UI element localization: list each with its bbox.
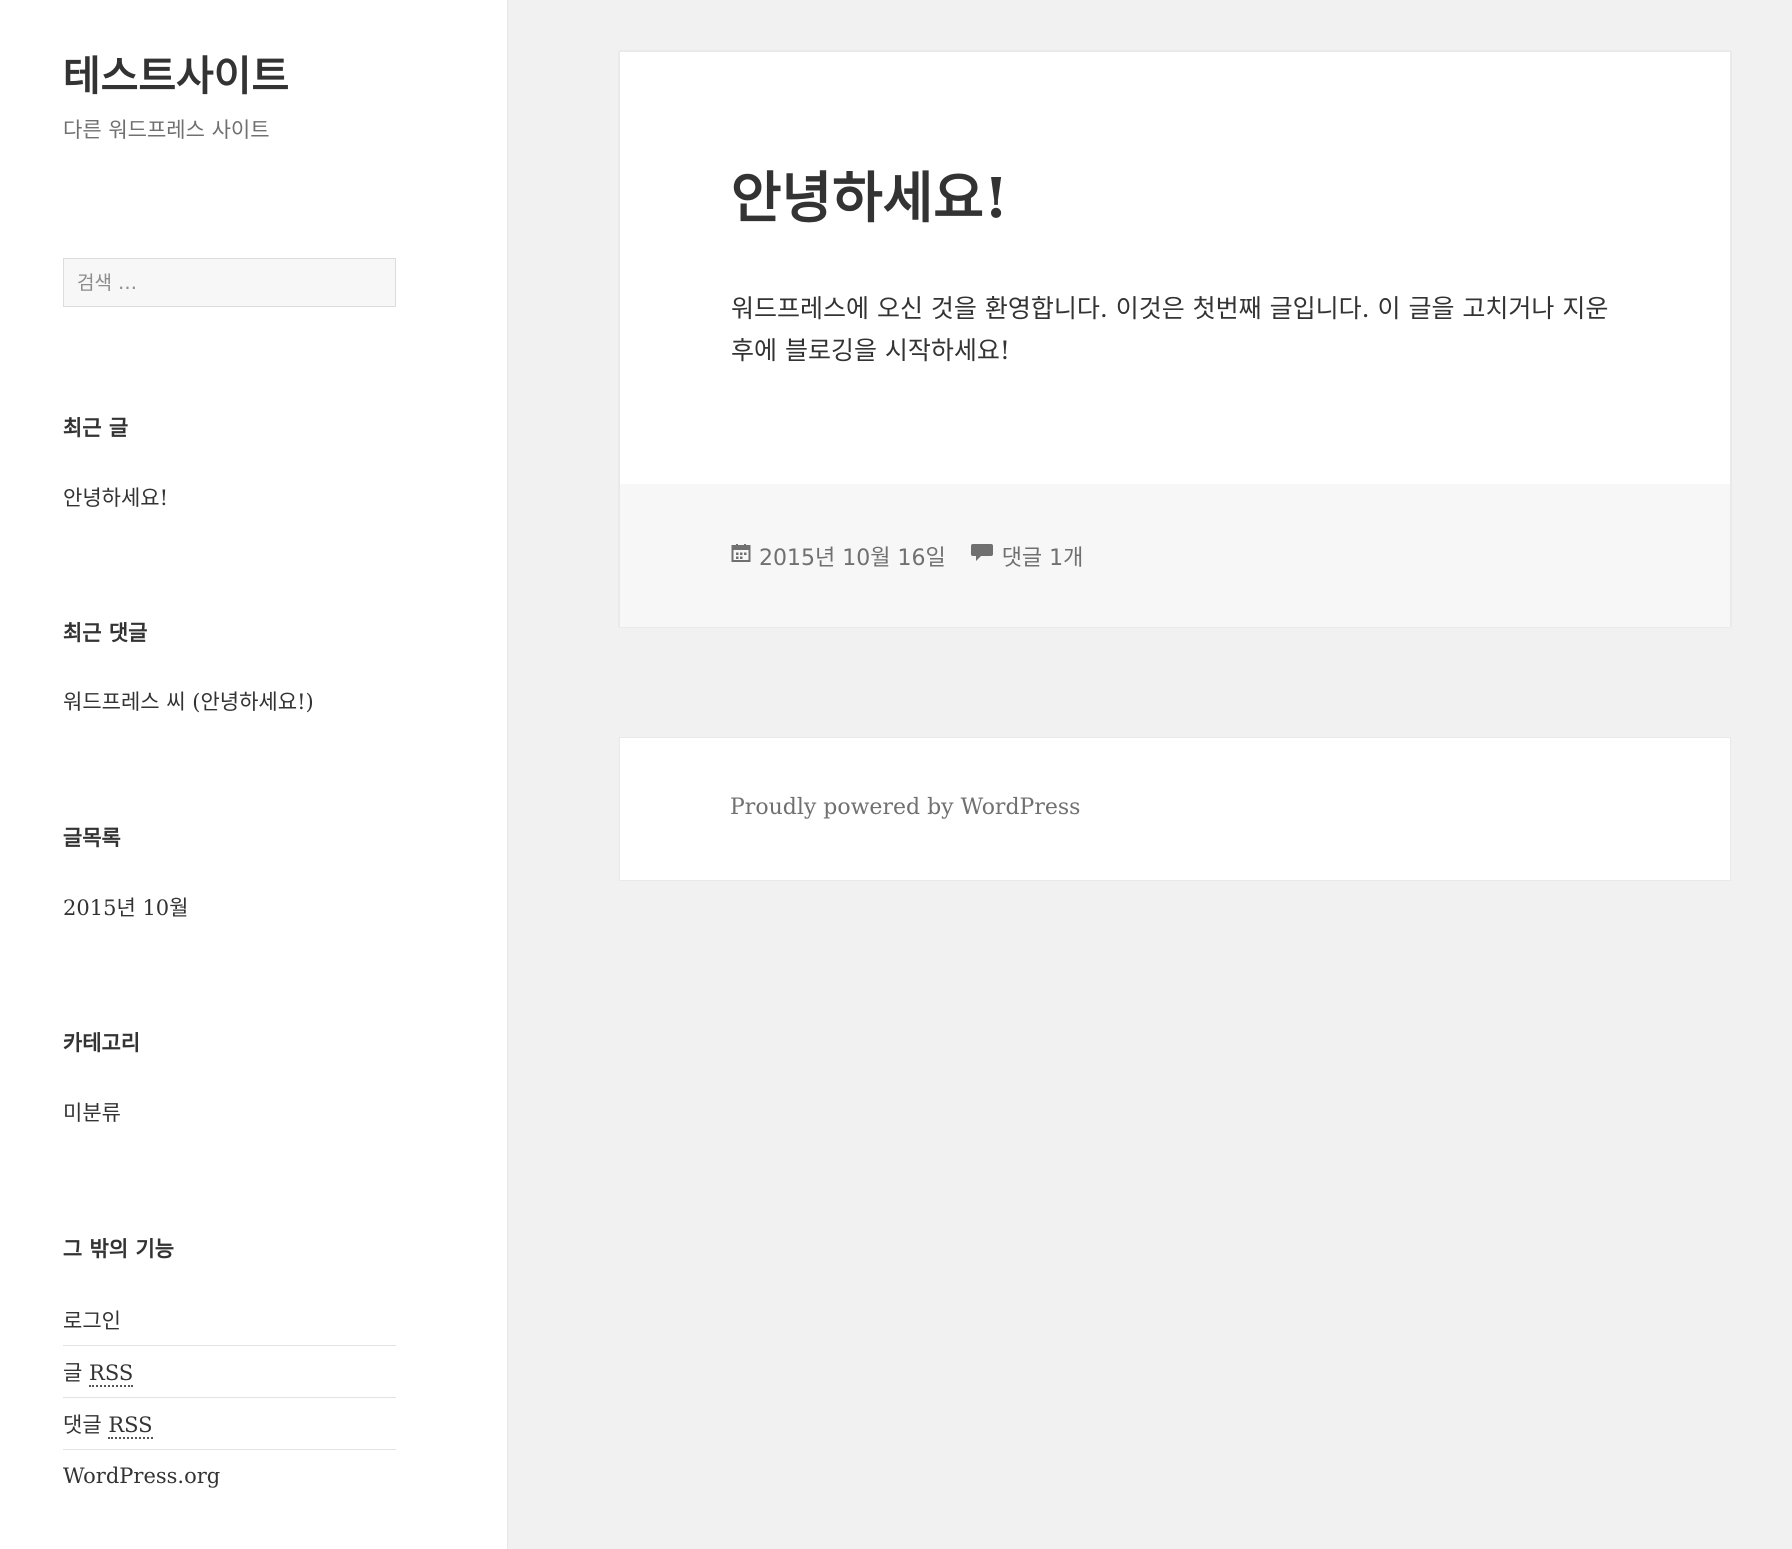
comments-rss-link[interactable]: 댓글 RSS bbox=[63, 1409, 153, 1439]
post-date-link[interactable]: 2015년 10월 16일 bbox=[759, 540, 946, 572]
meta-item-login: 로그인 bbox=[63, 1294, 396, 1346]
post-body: 워드프레스에 오신 것을 환영합니다. 이것은 첫번째 글입니다. 이 글을 고… bbox=[731, 294, 1609, 365]
meta-item-entries-rss: 글 RSS bbox=[63, 1346, 396, 1398]
widget-title-archives: 글목록 bbox=[63, 826, 121, 850]
login-link[interactable]: 로그인 bbox=[63, 1305, 121, 1335]
comments-rss-prefix: 댓글 bbox=[63, 1412, 102, 1437]
comment-bubble-icon bbox=[970, 542, 994, 570]
site-title[interactable]: 테스트사이트 bbox=[63, 48, 289, 104]
widget-title-recent-comments: 최근 댓글 bbox=[63, 621, 148, 645]
search-input[interactable] bbox=[63, 258, 396, 307]
site-footer: Proudly powered by WordPress bbox=[619, 737, 1731, 881]
post-title[interactable]: 안녕하세요! bbox=[731, 162, 1008, 234]
post-comments-link[interactable]: 댓글 1개 bbox=[1002, 540, 1084, 572]
entries-rss-prefix: 글 bbox=[63, 1360, 83, 1385]
wordpress-org-link[interactable]: WordPress.org bbox=[63, 1464, 220, 1488]
category-link[interactable]: 미분류 bbox=[63, 1097, 121, 1129]
post-meta: 2015년 10월 16일 댓글 1개 bbox=[731, 540, 1083, 572]
widget-title-meta: 그 밖의 기능 bbox=[63, 1237, 175, 1261]
rss-abbr: RSS bbox=[89, 1360, 134, 1387]
site-description: 다른 워드프레스 사이트 bbox=[63, 118, 270, 142]
recent-post-link[interactable]: 안녕하세요! bbox=[63, 482, 168, 514]
post-card: 안녕하세요! 워드프레스에 오신 것을 환영합니다. 이것은 첫번째 글입니다.… bbox=[619, 51, 1731, 627]
widget-title-recent-posts: 최근 글 bbox=[63, 416, 129, 440]
widget-title-categories: 카테고리 bbox=[63, 1031, 141, 1055]
calendar-icon bbox=[731, 543, 751, 569]
meta-item-comments-rss: 댓글 RSS bbox=[63, 1398, 396, 1450]
rss-abbr: RSS bbox=[108, 1412, 153, 1439]
entries-rss-link[interactable]: 글 RSS bbox=[63, 1357, 134, 1387]
meta-item-wordpress-org: WordPress.org bbox=[63, 1450, 396, 1502]
post-footer: 2015년 10월 16일 댓글 1개 bbox=[620, 484, 1730, 627]
meta-list: 로그인 글 RSS 댓글 RSS WordPress.org bbox=[63, 1294, 396, 1502]
recent-comment-link[interactable]: 워드프레스 씨 (안녕하세요!) bbox=[63, 686, 314, 718]
powered-by-link[interactable]: Proudly powered by WordPress bbox=[730, 792, 1080, 824]
archive-link[interactable]: 2015년 10월 bbox=[63, 892, 188, 924]
sidebar: 테스트사이트 다른 워드프레스 사이트 최근 글 안녕하세요! 최근 댓글 워드… bbox=[0, 0, 508, 1549]
